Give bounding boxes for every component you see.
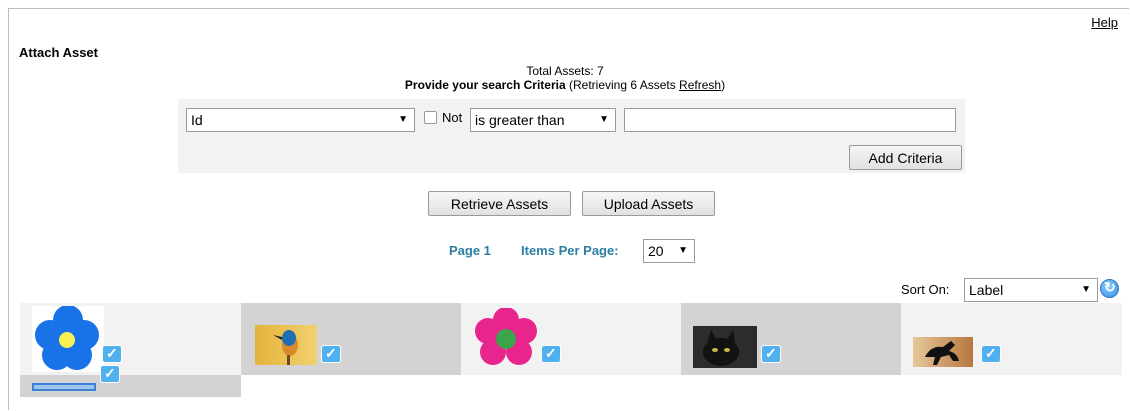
asset-tile[interactable] xyxy=(681,303,901,375)
selected-checkbox[interactable] xyxy=(761,345,781,363)
not-checkbox[interactable] xyxy=(424,111,437,124)
total-assets-text: Total Assets: 7 xyxy=(526,64,604,78)
retrieve-assets-button[interactable]: Retrieve Assets xyxy=(428,191,571,216)
black-cat-thumbnail xyxy=(693,326,757,368)
asset-tile[interactable] xyxy=(20,303,241,375)
asset-tile[interactable] xyxy=(241,303,461,375)
selected-checkbox[interactable] xyxy=(541,345,561,363)
items-per-page-select[interactable]: 20 ▼ xyxy=(643,239,695,263)
help-link[interactable]: Help xyxy=(1091,15,1118,30)
search-prompt-label: Provide your search Criteria xyxy=(404,78,566,92)
prompt-close-paren: ) xyxy=(721,78,726,92)
upload-assets-button[interactable]: Upload Assets xyxy=(582,191,715,216)
selected-checkbox[interactable] xyxy=(100,365,120,383)
refresh-link[interactable]: Refresh xyxy=(679,78,721,92)
selected-checkbox[interactable] xyxy=(102,345,122,363)
chevron-down-icon: ▼ xyxy=(678,245,688,256)
asset-tile[interactable] xyxy=(901,303,1122,375)
kingfisher-thumbnail xyxy=(255,325,317,365)
sort-select-value: Label xyxy=(969,282,1004,298)
page-number-link[interactable]: Page 1 xyxy=(449,243,491,258)
asset-tile[interactable] xyxy=(20,365,241,397)
blue-banner-thumbnail xyxy=(32,383,96,391)
selected-checkbox[interactable] xyxy=(321,345,341,363)
operator-select-value: is greater than xyxy=(475,112,565,128)
sort-select[interactable]: Label ▼ xyxy=(964,278,1098,302)
field-select[interactable]: Id ▼ xyxy=(186,108,415,132)
search-prompt: Provide your search Criteria (Retrieving… xyxy=(0,78,1130,92)
chevron-down-icon: ▼ xyxy=(398,114,408,125)
operator-select[interactable]: is greater than ▼ xyxy=(470,108,616,132)
add-criteria-button[interactable]: Add Criteria xyxy=(849,145,962,170)
sort-on-label: Sort On: xyxy=(901,282,950,297)
pink-flower-thumbnail xyxy=(475,308,537,365)
items-per-page-value: 20 xyxy=(648,243,664,259)
chevron-down-icon: ▼ xyxy=(599,114,609,125)
asset-tile[interactable] xyxy=(461,303,681,375)
refresh-icon[interactable] xyxy=(1100,279,1119,298)
chevron-down-icon: ▼ xyxy=(1081,284,1091,295)
criteria-value-input[interactable] xyxy=(624,108,956,132)
not-label: Not xyxy=(442,110,463,125)
retrieving-count-text: (Retrieving 6 Assets xyxy=(565,78,680,92)
selected-checkbox[interactable] xyxy=(981,345,1001,363)
field-select-value: Id xyxy=(191,112,203,128)
items-per-page-label: Items Per Page: xyxy=(521,243,619,258)
blue-flower-thumbnail xyxy=(32,306,104,372)
page-title: Attach Asset xyxy=(19,45,98,60)
black-horse-thumbnail xyxy=(913,337,973,367)
